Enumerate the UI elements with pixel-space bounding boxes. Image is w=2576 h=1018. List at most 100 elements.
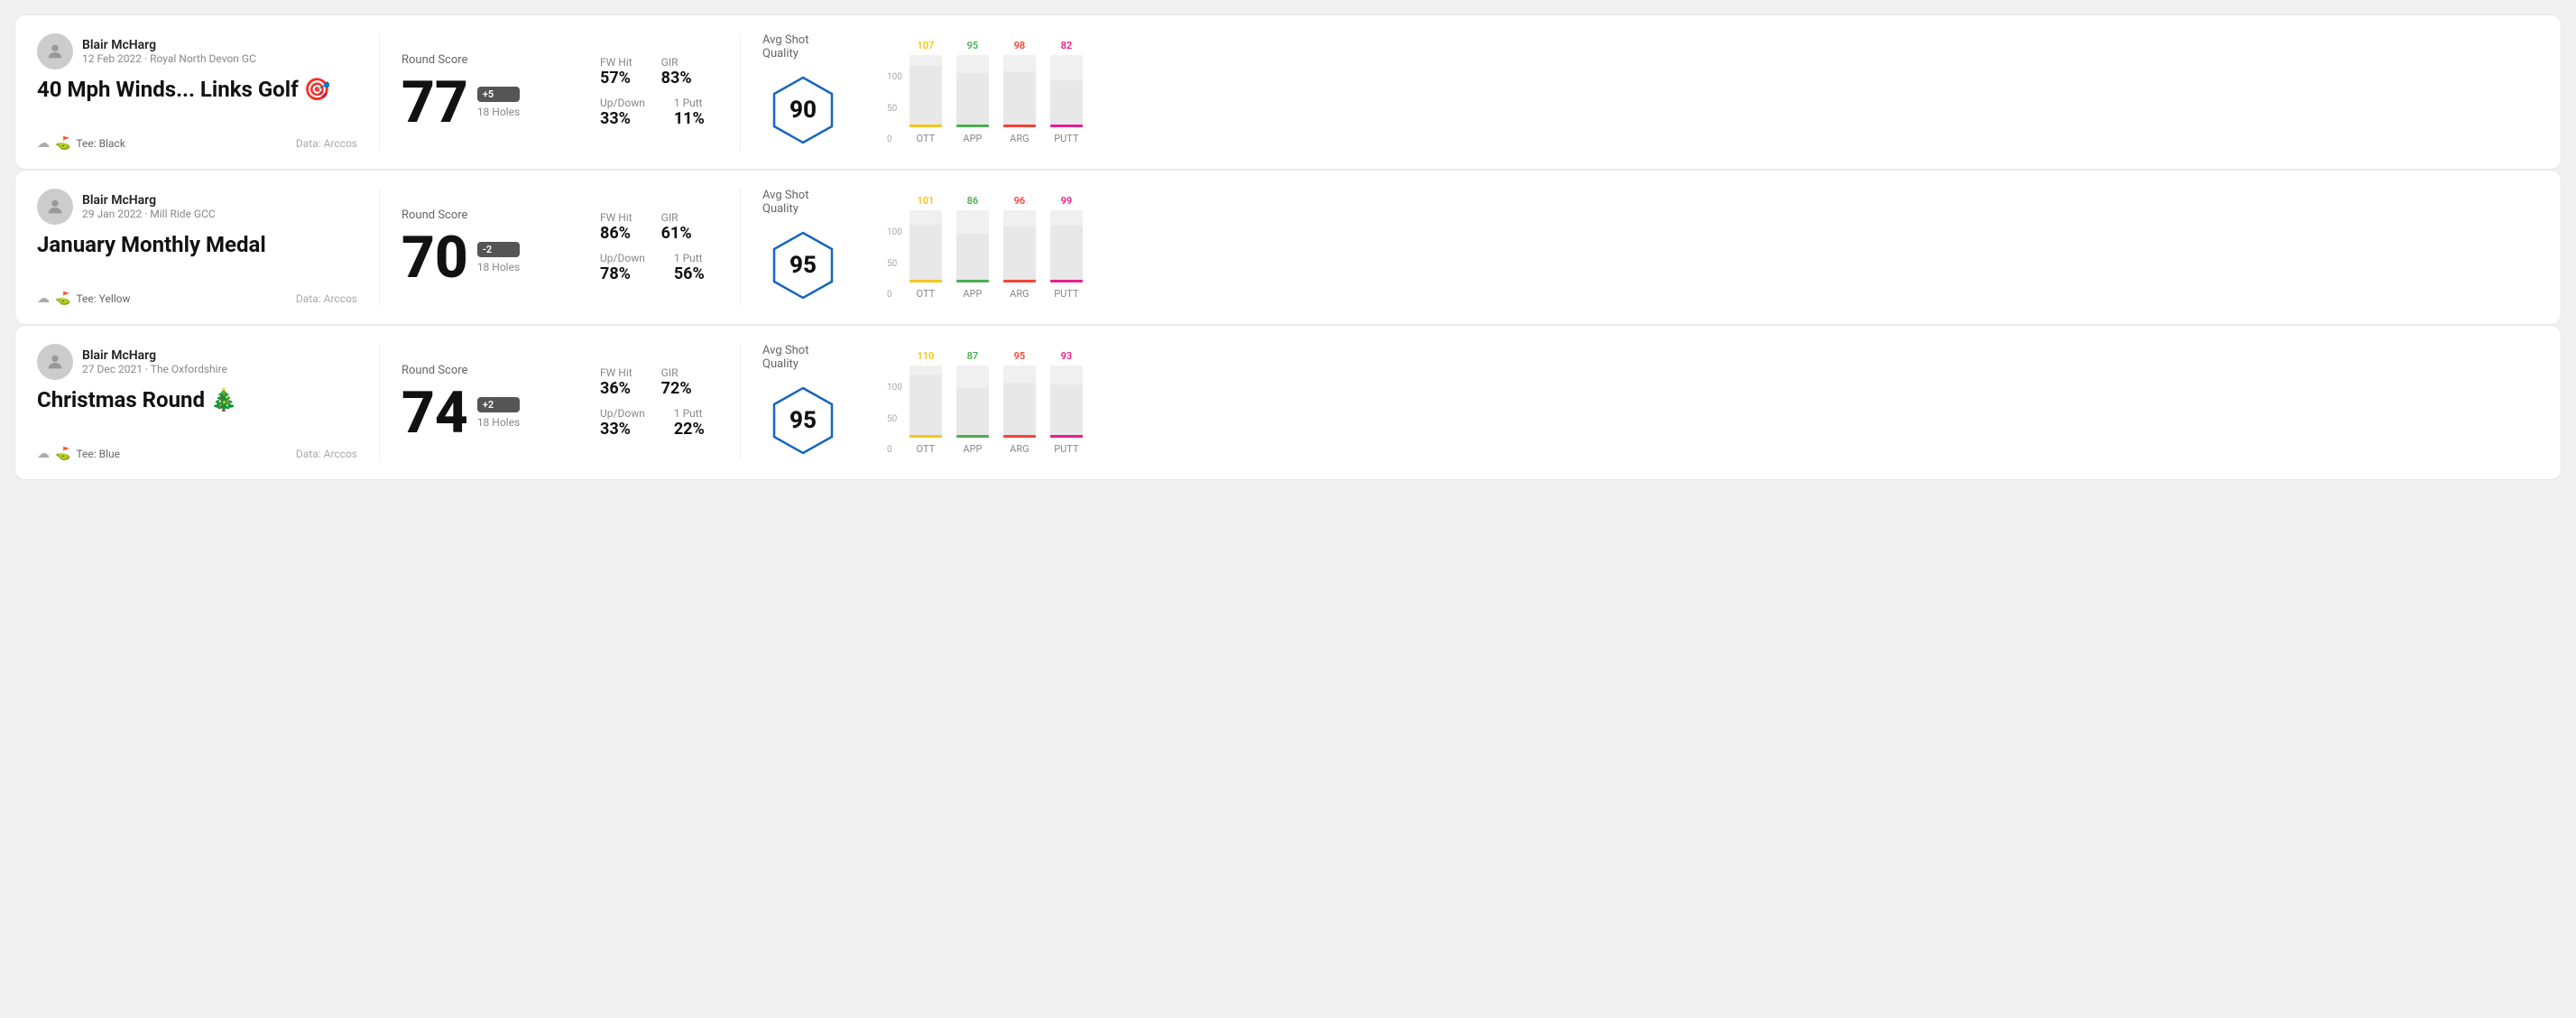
chart-wrapper: 100 50 0 107 OTT 95 xyxy=(887,40,2525,144)
round-card: Blair McHarg 29 Jan 2022 · Mill Ride GCC… xyxy=(14,170,2562,325)
score-badge-col: +5 18 Holes xyxy=(477,87,520,118)
bar-inner xyxy=(956,73,989,127)
fw-hit-label: FW Hit xyxy=(600,211,632,224)
player-info: Blair McHarg 27 Dec 2021 · The Oxfordshi… xyxy=(82,348,227,375)
chart-area: 101 OTT 86 APP 96 xyxy=(909,195,1083,300)
bar-outer xyxy=(1050,55,1083,127)
tee-label: Tee: Blue xyxy=(76,448,120,460)
bar-label: OTT xyxy=(917,288,936,300)
bar-outer xyxy=(956,366,989,438)
axis-max: 100 xyxy=(887,383,902,393)
bar-value: 98 xyxy=(1014,40,1026,51)
bar-label: PUTT xyxy=(1054,133,1078,144)
tee-info: ☁ ⛳ Tee: Blue xyxy=(37,447,120,461)
updown-stat: Up/Down 78% xyxy=(600,252,645,283)
fw-hit-value: 57% xyxy=(600,69,632,88)
bar-line xyxy=(909,435,942,438)
weather-icon: ☁ xyxy=(37,447,50,461)
bar-value: 110 xyxy=(917,350,934,362)
updown-label: Up/Down xyxy=(600,407,645,420)
round-card: Blair McHarg 27 Dec 2021 · The Oxfordshi… xyxy=(14,325,2562,480)
hexagon-container: 90 xyxy=(762,69,844,151)
quality-score: 90 xyxy=(789,97,817,124)
updown-stat: Up/Down 33% xyxy=(600,97,645,128)
bar-label: PUTT xyxy=(1054,288,1078,300)
axis-mid: 50 xyxy=(887,414,902,424)
bar-col-putt: 93 PUTT xyxy=(1050,350,1083,455)
player-header: Blair McHarg 12 Feb 2022 · Royal North D… xyxy=(37,33,357,69)
oneputt-value: 11% xyxy=(674,109,705,128)
bar-inner xyxy=(909,375,942,438)
bar-value: 107 xyxy=(917,40,934,51)
chart-area: 107 OTT 95 APP 98 xyxy=(909,40,1083,144)
card-footer: ☁ ⛳ Tee: Black Data: Arccos xyxy=(37,136,357,151)
axis-min: 0 xyxy=(887,290,902,300)
bar-label: OTT xyxy=(917,133,936,144)
tee-label: Tee: Black xyxy=(76,137,125,150)
round-meta: 12 Feb 2022 · Royal North Devon GC xyxy=(82,52,256,65)
bar-inner xyxy=(1003,383,1036,438)
card-score: Round Score 70 -2 18 Holes xyxy=(380,189,578,306)
gir-value: 83% xyxy=(661,69,692,88)
gir-stat: GIR 83% xyxy=(661,56,692,88)
axis-min: 0 xyxy=(887,445,902,455)
chart-axis: 100 50 0 xyxy=(887,383,906,455)
avatar xyxy=(37,344,73,380)
score-diff-badge: +2 xyxy=(477,397,520,412)
bar-outer xyxy=(1003,210,1036,282)
oneputt-value: 56% xyxy=(674,264,705,283)
card-score: Round Score 74 +2 18 Holes xyxy=(380,344,578,461)
hexagon-container: 95 xyxy=(762,225,844,306)
data-source: Data: Arccos xyxy=(296,448,357,460)
score-diff-badge: -2 xyxy=(477,242,520,257)
bag-icon: ⛳ xyxy=(55,136,70,151)
bar-outer xyxy=(956,210,989,282)
oneputt-label: 1 Putt xyxy=(674,252,705,264)
card-footer: ☁ ⛳ Tee: Yellow Data: Arccos xyxy=(37,292,357,306)
tee-info: ☁ ⛳ Tee: Yellow xyxy=(37,292,131,306)
bar-label: ARG xyxy=(1010,288,1029,300)
round-score-label: Round Score xyxy=(402,53,557,67)
tee-label: Tee: Yellow xyxy=(76,292,130,305)
bar-value: 87 xyxy=(967,350,979,362)
bar-line xyxy=(1003,435,1036,438)
axis-mid: 50 xyxy=(887,259,902,269)
score-number: 74 xyxy=(402,384,468,442)
axis-mid: 50 xyxy=(887,104,902,114)
round-card: Blair McHarg 12 Feb 2022 · Royal North D… xyxy=(14,14,2562,170)
bar-line xyxy=(1050,280,1083,282)
round-title: January Monthly Medal xyxy=(37,232,357,258)
card-stats: FW Hit 57% GIR 83% Up/Down 33% 1 Putt xyxy=(578,33,741,151)
bar-col-ott: 110 OTT xyxy=(909,350,942,455)
bar-label: ARG xyxy=(1010,443,1029,455)
quality-label: Avg Shot Quality xyxy=(762,33,844,60)
round-title: Christmas Round 🎄 xyxy=(37,387,357,413)
bar-col-putt: 99 PUTT xyxy=(1050,195,1083,300)
avatar xyxy=(37,33,73,69)
tee-info: ☁ ⛳ Tee: Black xyxy=(37,136,125,151)
card-score: Round Score 77 +5 18 Holes xyxy=(380,33,578,151)
bar-label: APP xyxy=(963,443,982,455)
oneputt-label: 1 Putt xyxy=(674,407,705,420)
bar-inner xyxy=(1050,80,1083,127)
round-meta: 29 Jan 2022 · Mill Ride GCC xyxy=(82,208,216,220)
gir-label: GIR xyxy=(661,211,692,224)
chart-axis: 100 50 0 xyxy=(887,72,906,144)
quality-label: Avg Shot Quality xyxy=(762,189,844,216)
score-badge-col: +2 18 Holes xyxy=(477,397,520,429)
chart-area: 110 OTT 87 APP 95 xyxy=(909,350,1083,455)
round-score-label: Round Score xyxy=(402,208,557,222)
data-source: Data: Arccos xyxy=(296,292,357,305)
bar-outer xyxy=(909,210,942,282)
player-header: Blair McHarg 29 Jan 2022 · Mill Ride GCC xyxy=(37,189,357,225)
fw-hit-stat: FW Hit 57% xyxy=(600,56,632,88)
bar-outer xyxy=(1003,366,1036,438)
round-score-label: Round Score xyxy=(402,364,557,377)
bar-line xyxy=(1050,435,1083,438)
bar-col-app: 87 APP xyxy=(956,350,989,455)
card-stats: FW Hit 36% GIR 72% Up/Down 33% 1 Putt xyxy=(578,344,741,461)
bar-line xyxy=(1050,125,1083,127)
hexagon: 90 xyxy=(767,74,839,146)
updown-stat: Up/Down 33% xyxy=(600,407,645,439)
bar-label: APP xyxy=(963,133,982,144)
